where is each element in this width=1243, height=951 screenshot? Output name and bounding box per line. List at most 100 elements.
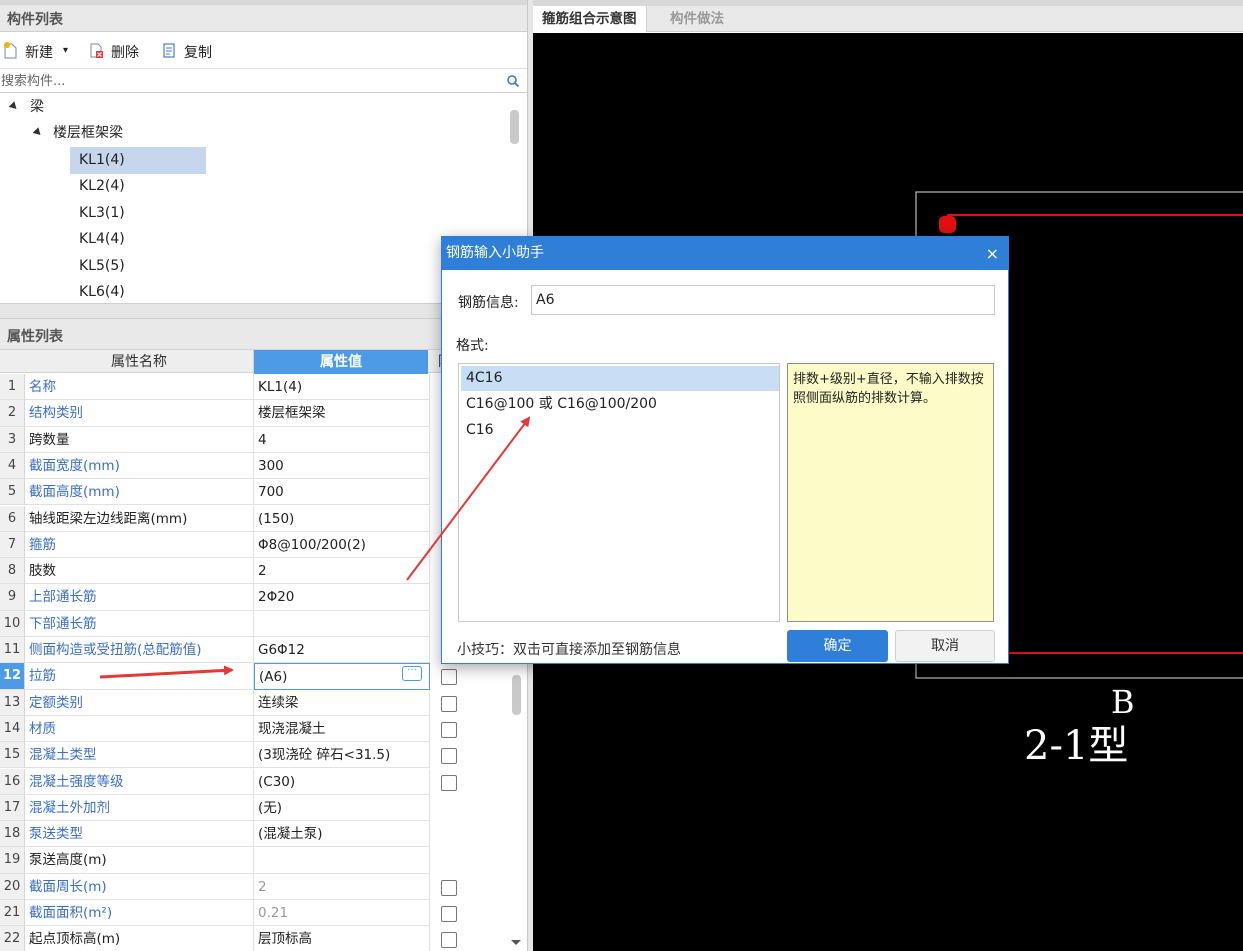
property-value[interactable]: 700 <box>254 479 430 506</box>
tree-item-kl5[interactable]: KL5(5) <box>79 253 125 279</box>
property-row[interactable]: 15 混凝土类型 (3现浇砼 碎石<31.5) <box>0 742 527 769</box>
rebar-info-input[interactable] <box>531 285 995 315</box>
property-row-number: 6 <box>0 505 25 532</box>
confirm-button[interactable]: 确定 <box>787 630 888 662</box>
property-value[interactable]: 4 <box>254 426 430 453</box>
property-name: 肢数 <box>25 558 254 585</box>
property-row-number: 4 <box>0 452 25 480</box>
copy-button-label: 复制 <box>184 45 212 61</box>
property-row[interactable]: 22 起点顶标高(m) 层顶标高 <box>0 926 527 951</box>
property-scrollbar[interactable] <box>512 675 521 715</box>
new-dropdown-icon[interactable]: ▾ <box>63 45 68 56</box>
tree-item-kl1[interactable]: KL1(4) <box>79 147 125 173</box>
property-row[interactable]: 12 拉筋 (A6) <box>0 663 527 690</box>
tree-expand-icon[interactable] <box>32 127 44 138</box>
property-name: 混凝土强度等级 <box>25 768 254 795</box>
property-checkbox[interactable] <box>441 774 457 791</box>
property-row[interactable]: 21 截面面积(m²) 0.21 <box>0 900 527 927</box>
property-name: 截面面积(m²) <box>25 900 254 927</box>
close-icon[interactable]: × <box>986 237 999 270</box>
property-checkbox[interactable] <box>441 748 457 765</box>
property-row-number: 13 <box>0 689 25 716</box>
component-toolbar: 新建 ▾ 删除 复制 <box>0 33 527 69</box>
property-row[interactable]: 13 定额类别 连续梁 <box>0 689 527 716</box>
column-header-value: 属性值 <box>254 350 428 374</box>
rebar-info-label: 钢筋信息: <box>458 295 519 311</box>
property-value[interactable]: (混凝土泵) <box>254 821 430 848</box>
tree-node-beam-label: 梁 <box>30 99 44 115</box>
copy-button[interactable]: 复制 <box>162 42 220 62</box>
search-input[interactable] <box>0 71 500 92</box>
property-checkbox[interactable] <box>441 721 457 738</box>
property-value[interactable]: (C30) <box>254 768 430 795</box>
property-checkbox[interactable] <box>441 932 457 949</box>
tree-item-kl2[interactable]: KL2(4) <box>79 173 125 199</box>
tree-item-kl3[interactable]: KL3(1) <box>79 200 125 226</box>
property-row[interactable]: 17 混凝土外加剂 (无) <box>0 794 527 822</box>
property-checkbox[interactable] <box>441 695 457 712</box>
property-row[interactable]: 19 泵送高度(m) <box>0 847 527 874</box>
property-row-number: 21 <box>0 900 25 927</box>
new-button[interactable]: 新建 ▾ <box>3 42 75 62</box>
delete-button[interactable]: 删除 <box>89 42 147 62</box>
tree-item-kl6[interactable]: KL6(4) <box>79 279 125 303</box>
property-row-number: 5 <box>0 479 25 506</box>
property-checkbox[interactable] <box>441 906 457 922</box>
tree-node-frame-beam-label: 楼层框架梁 <box>53 125 123 141</box>
format-item-4c16[interactable]: 4C16 <box>461 366 779 391</box>
tab-stirrup-diagram[interactable]: 箍筋组合示意图 <box>533 6 647 32</box>
dialog-title-text: 钢筋输入小助手 <box>446 245 544 261</box>
property-row-number: 1 <box>0 374 25 401</box>
tab-component-method[interactable]: 构件做法 <box>661 6 733 32</box>
property-value[interactable] <box>254 847 430 874</box>
tree-item-kl4[interactable]: KL4(4) <box>79 226 125 252</box>
dialog-title[interactable]: 钢筋输入小助手 <box>442 237 1008 270</box>
property-value[interactable]: (3现浇砼 碎石<31.5) <box>254 742 430 769</box>
property-row[interactable]: 20 截面周长(m) 2 <box>0 873 527 900</box>
property-value[interactable]: Φ8@100/200(2) <box>254 531 430 559</box>
property-value[interactable]: (150) <box>254 505 430 532</box>
property-value[interactable]: 楼层框架梁 <box>254 400 430 427</box>
view-tabs: 箍筋组合示意图 构件做法 <box>533 6 1243 32</box>
property-value[interactable] <box>254 610 430 637</box>
format-item-spacing[interactable]: C16@100 或 C16@100/200 <box>461 392 779 417</box>
ellipsis-edit-icon[interactable]: ··· <box>402 666 422 681</box>
property-value[interactable]: 2Φ20 <box>254 584 430 611</box>
cancel-button[interactable]: 取消 <box>895 630 995 662</box>
property-name: 混凝土外加剂 <box>25 794 254 822</box>
property-row-number: 11 <box>0 637 25 664</box>
scroll-down-icon[interactable] <box>511 940 521 945</box>
property-row[interactable]: 18 泵送类型 (混凝土泵) <box>0 821 527 848</box>
format-item-c16[interactable]: C16 <box>461 418 779 443</box>
property-value[interactable]: 2 <box>254 873 430 900</box>
property-row-number: 22 <box>0 926 25 951</box>
property-row[interactable]: 14 材质 现浇混凝土 <box>0 715 527 743</box>
property-name: 混凝土类型 <box>25 742 254 769</box>
property-row-number: 14 <box>0 715 25 743</box>
property-value[interactable]: KL1(4) <box>254 374 430 401</box>
property-value[interactable]: G6Φ12 <box>254 637 430 664</box>
property-value[interactable]: 层顶标高 <box>254 926 430 951</box>
property-row-number: 3 <box>0 426 25 453</box>
property-value[interactable]: 2 <box>254 558 430 585</box>
property-checkbox[interactable] <box>441 669 457 686</box>
property-name: 跨数量 <box>25 426 254 453</box>
dialog-tip: 小技巧：双击可直接添加至钢筋信息 <box>457 642 681 658</box>
section-type-label: 2-1型 <box>1024 723 1129 769</box>
property-checkbox[interactable] <box>441 879 457 896</box>
property-value[interactable]: (无) <box>254 794 430 822</box>
corner-rebar-mark <box>939 216 956 233</box>
property-row-number: 12 <box>0 663 25 690</box>
property-row-number: 9 <box>0 584 25 611</box>
property-row[interactable]: 16 混凝土强度等级 (C30) <box>0 768 527 795</box>
property-name: 轴线距梁左边线距离(mm) <box>25 505 254 532</box>
search-icon[interactable] <box>506 74 520 88</box>
property-name: 截面周长(m) <box>25 873 254 900</box>
property-value[interactable]: 0.21 <box>254 900 430 927</box>
property-value[interactable]: 300 <box>254 452 430 480</box>
tree-expand-icon[interactable] <box>8 101 20 112</box>
property-row-number: 19 <box>0 847 25 874</box>
tree-scrollbar[interactable] <box>510 110 519 144</box>
property-value[interactable]: 连续梁 <box>254 689 430 716</box>
property-value[interactable]: 现浇混凝土 <box>254 715 430 743</box>
